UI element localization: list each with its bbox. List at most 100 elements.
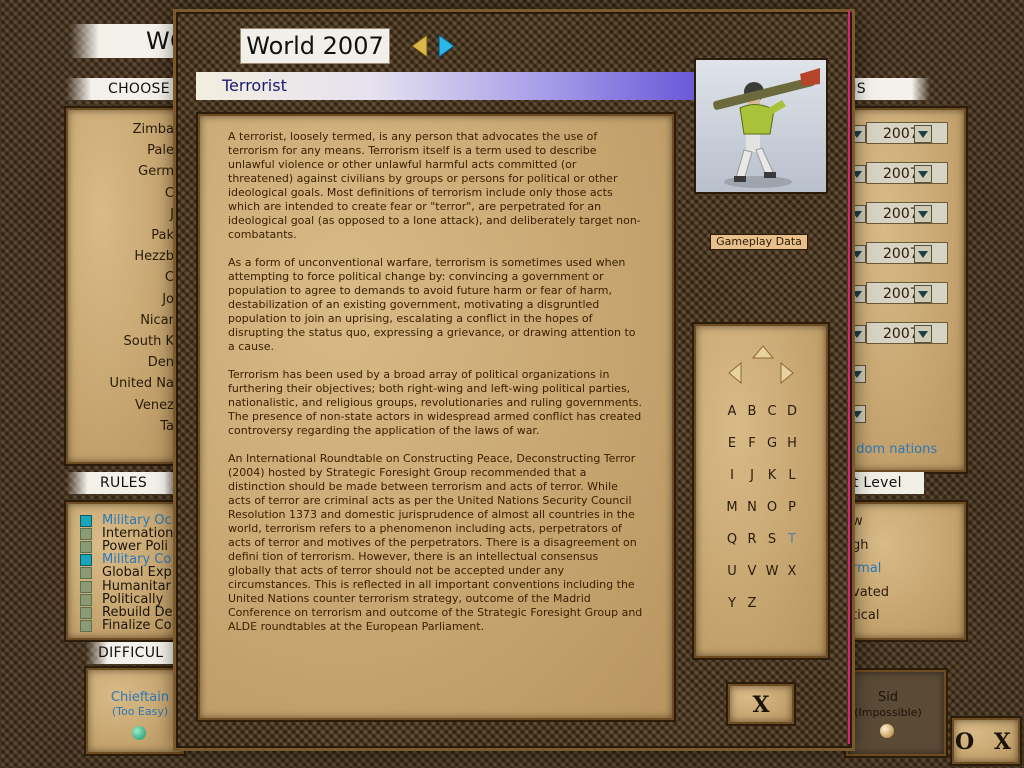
letter-index-a[interactable]: A — [722, 404, 742, 419]
gameplay-data-button[interactable]: Gameplay Data — [710, 234, 808, 250]
year-select[interactable]: 2007 — [866, 122, 948, 144]
entry-paragraph: A terrorist, loosely termed, is any pers… — [228, 130, 641, 241]
nation-item[interactable]: C — [165, 270, 174, 285]
sid-label: Sid — [877, 690, 899, 705]
letter-index-q[interactable]: Q — [722, 532, 742, 547]
right-arrow-icon[interactable] — [780, 361, 794, 388]
threat-level-option[interactable]: w — [852, 514, 863, 529]
chieftain-radio[interactable] — [132, 726, 146, 740]
rule-label: Humanitar — [102, 579, 171, 593]
letter-index-i[interactable]: I — [722, 468, 742, 483]
rule-checkbox[interactable] — [80, 580, 92, 593]
rule-label: Global Exp — [102, 566, 172, 580]
letter-index-j[interactable]: J — [742, 468, 762, 483]
year-select[interactable]: 2007 — [866, 202, 948, 224]
alphabet-index-panel: ABCD EFGH IJKL MNOP QRST UVWX YZ — [694, 324, 828, 658]
letter-index-r[interactable]: R — [742, 532, 762, 547]
close-modal-button[interactable]: X — [728, 684, 794, 724]
entry-paragraph: Terrorism has been used by a broad array… — [228, 368, 643, 437]
rule-checkbox[interactable] — [80, 554, 92, 567]
nation-item[interactable]: Nicar — [140, 313, 174, 328]
threat-level-option[interactable]: gh — [852, 538, 869, 553]
nation-item[interactable]: Ta — [160, 419, 174, 434]
letter-index-p[interactable]: P — [782, 500, 802, 515]
letter-index-m[interactable]: M — [722, 500, 742, 515]
threat-level-option[interactable]: vated — [852, 585, 889, 600]
letter-index-n[interactable]: N — [742, 500, 762, 515]
rule-checkbox[interactable] — [80, 593, 92, 606]
random-nations-link[interactable]: ndom nations — [848, 442, 937, 457]
rules-panel: Military Oc Internation Power Poli Military… — [66, 502, 182, 640]
year-select[interactable]: 2007 — [866, 322, 948, 344]
sid-sub: (Impossible) — [854, 706, 922, 719]
rule-label: Military Co — [102, 553, 172, 567]
letter-index-c[interactable]: C — [762, 404, 782, 419]
letter-index-u[interactable]: U — [722, 564, 742, 579]
ok-cancel-buttons[interactable]: O X — [952, 718, 1020, 764]
sid-difficulty-option[interactable]: Sid (Impossible) — [846, 670, 946, 756]
nation-item[interactable]: Jo — [162, 292, 174, 307]
up-arrow-icon[interactable] — [751, 344, 775, 363]
year-select[interactable]: 2007 — [866, 282, 948, 304]
nation-item[interactable]: United Na — [109, 376, 174, 391]
nation-list-panel: Zimba Pale Germ C J Pak Hezzb C Jo Nicar South K De… — [66, 108, 182, 464]
rules-label: RULES — [66, 472, 186, 494]
letter-index-g[interactable]: G — [762, 436, 782, 451]
year-select[interactable]: 2007 — [866, 162, 948, 184]
sid-radio[interactable] — [880, 724, 894, 738]
nation-item[interactable]: Pale — [147, 143, 174, 158]
rule-checkbox[interactable] — [80, 619, 92, 632]
letter-index-s[interactable]: S — [762, 532, 782, 547]
left-arrow-icon[interactable] — [728, 361, 742, 388]
year-dropdown-arrow[interactable] — [914, 325, 932, 343]
letter-index-v[interactable]: V — [742, 564, 762, 579]
letter-index-d[interactable]: D — [782, 404, 802, 419]
year-dropdown-arrow[interactable] — [914, 165, 932, 183]
prev-arrow-icon[interactable] — [410, 34, 428, 58]
rule-label: Military Oc — [102, 514, 172, 527]
year-dropdown-arrow[interactable] — [914, 125, 932, 143]
entry-paragraph: An International Roundtable on Construct… — [228, 452, 643, 633]
letter-index-o[interactable]: O — [762, 500, 782, 515]
nation-item[interactable]: South K — [124, 334, 174, 349]
letter-index-t[interactable]: T — [782, 532, 802, 547]
nation-item[interactable]: Hezzb — [134, 249, 174, 264]
nation-item[interactable]: Pak — [151, 228, 174, 243]
letter-index-k[interactable]: K — [762, 468, 782, 483]
letter-index-w[interactable]: W — [762, 564, 782, 579]
nation-item[interactable]: Germ — [138, 164, 174, 179]
threat-level-option[interactable]: rmal — [852, 561, 881, 576]
letter-index-x[interactable]: X — [782, 564, 802, 579]
modal-title: World 2007 — [240, 28, 390, 64]
letter-index-b[interactable]: B — [742, 404, 762, 419]
threat-level-option[interactable]: tical — [852, 608, 879, 623]
next-arrow-icon[interactable] — [438, 34, 456, 58]
modal-edge-line — [848, 10, 850, 744]
year-dropdown-arrow[interactable] — [914, 245, 932, 263]
nation-item[interactable]: Zimba — [133, 122, 174, 137]
nation-item[interactable]: Den — [148, 355, 174, 370]
rule-label: Internation — [102, 527, 174, 541]
rule-checkbox[interactable] — [80, 515, 92, 527]
letter-index-l[interactable]: L — [782, 468, 802, 483]
rule-label: Finalize Co — [102, 618, 172, 632]
entry-text-panel: A terrorist, loosely termed, is any pers… — [198, 114, 674, 720]
threat-level-panel: w gh rmal vated tical — [846, 502, 966, 640]
year-select[interactable]: 2007 — [866, 242, 948, 264]
rule-checkbox[interactable] — [80, 528, 92, 541]
rule-checkbox[interactable] — [80, 567, 92, 580]
letter-index-y[interactable]: Y — [722, 596, 742, 611]
nation-item[interactable]: J — [170, 207, 174, 222]
letter-index-h[interactable]: H — [782, 436, 802, 451]
rule-label: Politically — [102, 592, 164, 606]
letter-index-e[interactable]: E — [722, 436, 742, 451]
rule-checkbox[interactable] — [80, 541, 92, 554]
nation-item[interactable]: C — [165, 186, 174, 201]
year-dropdown-arrow[interactable] — [914, 205, 932, 223]
letter-index-z[interactable]: Z — [742, 596, 762, 611]
letter-index-f[interactable]: F — [742, 436, 762, 451]
nation-item[interactable]: Venez — [135, 398, 174, 413]
difficulty-panel: Chieftain (Too Easy) — [86, 668, 184, 754]
rule-checkbox[interactable] — [80, 606, 92, 619]
year-dropdown-arrow[interactable] — [914, 285, 932, 303]
